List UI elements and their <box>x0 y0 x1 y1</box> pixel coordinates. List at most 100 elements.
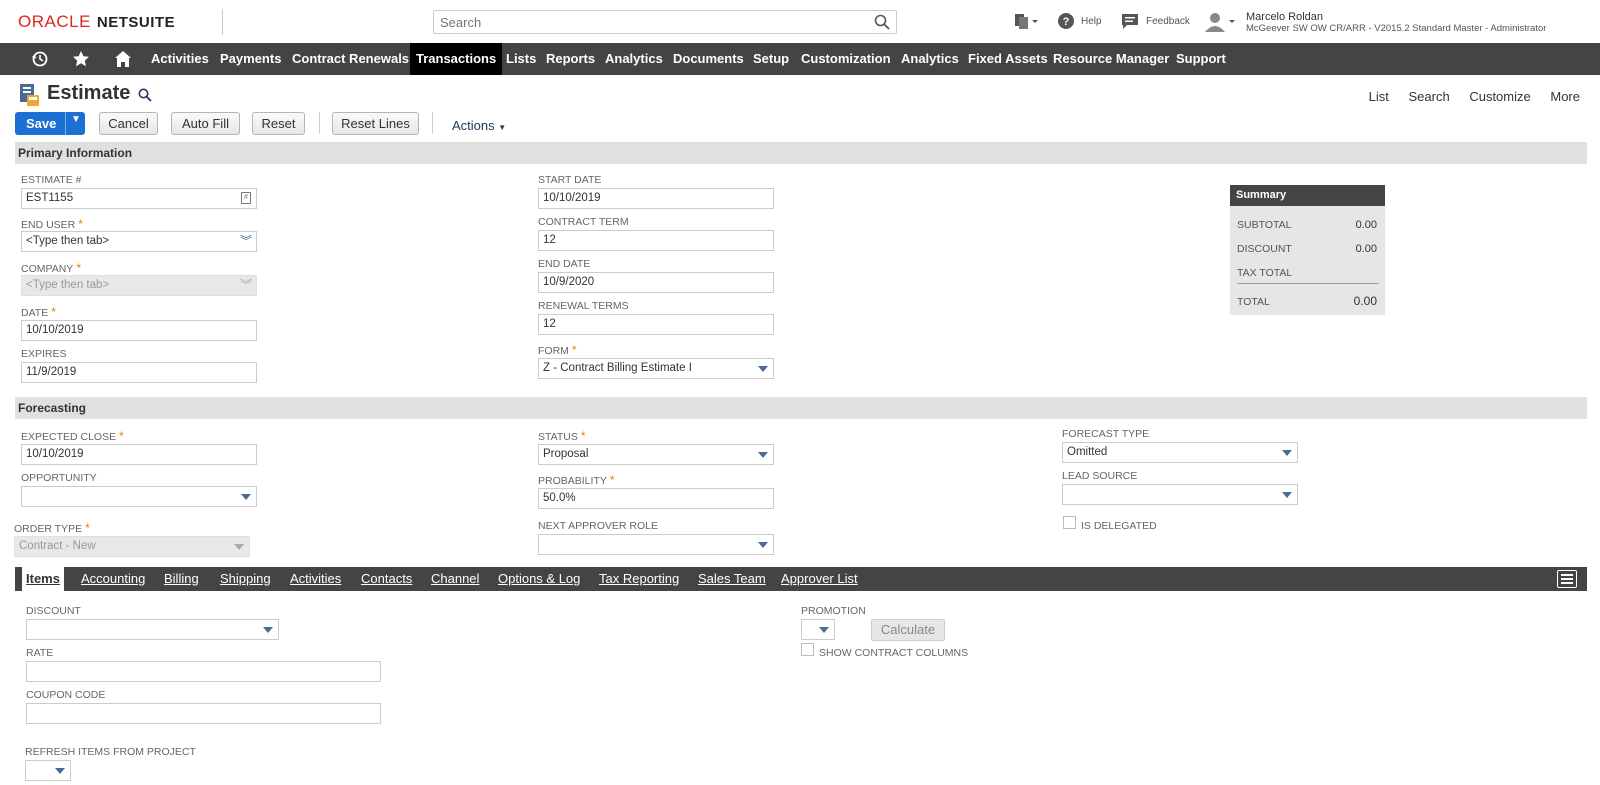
auto-fill-button[interactable]: Auto Fill <box>171 112 240 135</box>
expected-close-field[interactable]: 10/10/2019 <box>21 444 257 465</box>
logo-netsuite-text: NETSUITE <box>96 14 176 31</box>
feedback-icon[interactable] <box>1121 12 1139 30</box>
tab-items[interactable]: Items <box>22 567 64 591</box>
tab-channel[interactable]: Channel <box>431 567 479 591</box>
tab-contacts[interactable]: Contacts <box>361 567 412 591</box>
page-links: List Search Customize More <box>1353 89 1580 104</box>
toolbar-divider-2 <box>432 112 433 134</box>
reset-lines-button[interactable]: Reset Lines <box>332 112 419 135</box>
help-icon[interactable]: ? <box>1057 12 1075 30</box>
is-delegated-checkbox[interactable] <box>1063 516 1076 529</box>
nav-activities[interactable]: Activities <box>145 43 215 75</box>
auto-number-icon[interactable]: # <box>241 192 251 204</box>
user-role[interactable]: McGeever SW OW CR/ARR - V2015.2 Standard… <box>1246 23 1546 34</box>
home-icon[interactable] <box>114 50 132 68</box>
nav-contract-renewals[interactable]: Contract Renewals <box>286 43 415 75</box>
renewal-terms-field[interactable]: 12 <box>538 314 774 335</box>
next-approver-role-select[interactable] <box>538 534 774 555</box>
discount-item-select[interactable] <box>26 619 279 640</box>
chevron-down-icon[interactable] <box>55 768 65 774</box>
nav-analytics-2[interactable]: Analytics <box>895 43 965 75</box>
refresh-items-select[interactable] <box>25 760 71 781</box>
opportunity-select[interactable] <box>21 486 257 507</box>
nav-setup[interactable]: Setup <box>747 43 795 75</box>
nav-transactions[interactable]: Transactions <box>410 43 503 75</box>
chevron-down-icon[interactable] <box>263 627 273 633</box>
more-link[interactable]: More <box>1550 89 1580 104</box>
form-select[interactable]: Z - Contract Billing Estimate I <box>538 358 774 379</box>
tab-tax-reporting[interactable]: Tax Reporting <box>599 567 679 591</box>
rate-label: RATE <box>26 647 54 659</box>
help-link[interactable]: Help <box>1081 16 1102 27</box>
star-icon[interactable] <box>72 50 90 68</box>
chevron-down-icon[interactable] <box>758 542 768 548</box>
promotion-select[interactable] <box>801 619 835 640</box>
lead-source-select[interactable] <box>1062 484 1298 505</box>
netsuite-logo[interactable]: ORACLE NETSUITE <box>18 12 175 32</box>
nav-resource-manager[interactable]: Resource Manager <box>1047 43 1175 75</box>
chevron-down-icon[interactable] <box>241 494 251 500</box>
forecast-type-select[interactable]: Omitted <box>1062 442 1298 463</box>
end-user-field[interactable]: <Type then tab> ︾ <box>21 231 257 252</box>
chevron-down-icon[interactable] <box>1282 492 1292 498</box>
order-type-value: Contract - New <box>19 540 96 552</box>
expires-field[interactable]: 11/9/2019 <box>21 362 257 383</box>
tab-sales-team[interactable]: Sales Team <box>698 567 766 591</box>
start-date-value: 10/10/2019 <box>543 192 601 204</box>
save-dropdown-icon[interactable]: ▼ <box>71 114 81 125</box>
contract-term-field[interactable]: 12 <box>538 230 774 251</box>
date-field[interactable]: 10/10/2019 <box>21 320 257 341</box>
recent-history-icon[interactable] <box>31 50 49 68</box>
show-contract-columns-checkbox[interactable] <box>801 643 814 656</box>
nav-payments[interactable]: Payments <box>214 43 287 75</box>
chevron-down-icon[interactable] <box>1282 450 1292 456</box>
nav-lists[interactable]: Lists <box>500 43 542 75</box>
subtab-layout-icon[interactable] <box>1557 570 1577 588</box>
coupon-code-field[interactable] <box>26 703 381 724</box>
next-approver-role-label-text: NEXT APPROVER ROLE <box>538 520 659 532</box>
tab-activities[interactable]: Activities <box>290 567 341 591</box>
estimate-number-field[interactable]: EST1155 # <box>21 188 257 209</box>
status-select[interactable]: Proposal <box>538 444 774 465</box>
required-marker: * <box>78 217 83 231</box>
customize-link[interactable]: Customize <box>1469 89 1530 104</box>
nav-reports[interactable]: Reports <box>540 43 601 75</box>
tab-shipping[interactable]: Shipping <box>220 567 271 591</box>
cancel-button[interactable]: Cancel <box>99 112 158 135</box>
nav-analytics[interactable]: Analytics <box>599 43 669 75</box>
chevron-down-icon[interactable] <box>758 452 768 458</box>
actions-menu[interactable]: Actions ▼ <box>452 118 506 133</box>
user-name[interactable]: Marcelo Roldan <box>1246 11 1323 23</box>
double-chevron-down-icon[interactable]: ︾ <box>240 234 252 248</box>
reset-button[interactable]: Reset <box>252 112 305 135</box>
global-search-input[interactable] <box>434 11 854 33</box>
end-date-label-text: END DATE <box>538 258 591 270</box>
nav-customization[interactable]: Customization <box>795 43 897 75</box>
title-search-icon[interactable] <box>138 88 152 102</box>
date-value: 10/10/2019 <box>26 324 84 336</box>
nav-support[interactable]: Support <box>1170 43 1232 75</box>
search-icon[interactable] <box>874 14 890 30</box>
probability-label: PROBABILITY * <box>538 473 615 487</box>
list-link[interactable]: List <box>1369 89 1389 104</box>
chevron-down-icon[interactable] <box>758 366 768 372</box>
rate-field[interactable] <box>26 661 381 682</box>
search-link[interactable]: Search <box>1409 89 1450 104</box>
tab-billing[interactable]: Billing <box>164 567 199 591</box>
start-date-field[interactable]: 10/10/2019 <box>538 188 774 209</box>
tab-accounting[interactable]: Accounting <box>81 567 145 591</box>
primary-information-header[interactable]: Primary Information <box>15 142 1587 164</box>
recent-records-icon[interactable] <box>1013 12 1039 30</box>
nav-fixed-assets[interactable]: Fixed Assets <box>962 43 1054 75</box>
feedback-link[interactable]: Feedback <box>1146 16 1190 27</box>
forecasting-header[interactable]: Forecasting <box>15 397 1587 419</box>
chevron-down-icon[interactable] <box>819 627 829 633</box>
save-button[interactable]: Save ▼ <box>15 112 85 135</box>
calculate-button[interactable]: Calculate <box>871 619 945 641</box>
tab-options-log[interactable]: Options & Log <box>498 567 580 591</box>
user-avatar-icon[interactable] <box>1203 12 1237 32</box>
tab-approver-list[interactable]: Approver List <box>781 567 858 591</box>
nav-documents[interactable]: Documents <box>667 43 750 75</box>
probability-field[interactable]: 50.0% <box>538 488 774 509</box>
end-date-field[interactable]: 10/9/2020 <box>538 272 774 293</box>
